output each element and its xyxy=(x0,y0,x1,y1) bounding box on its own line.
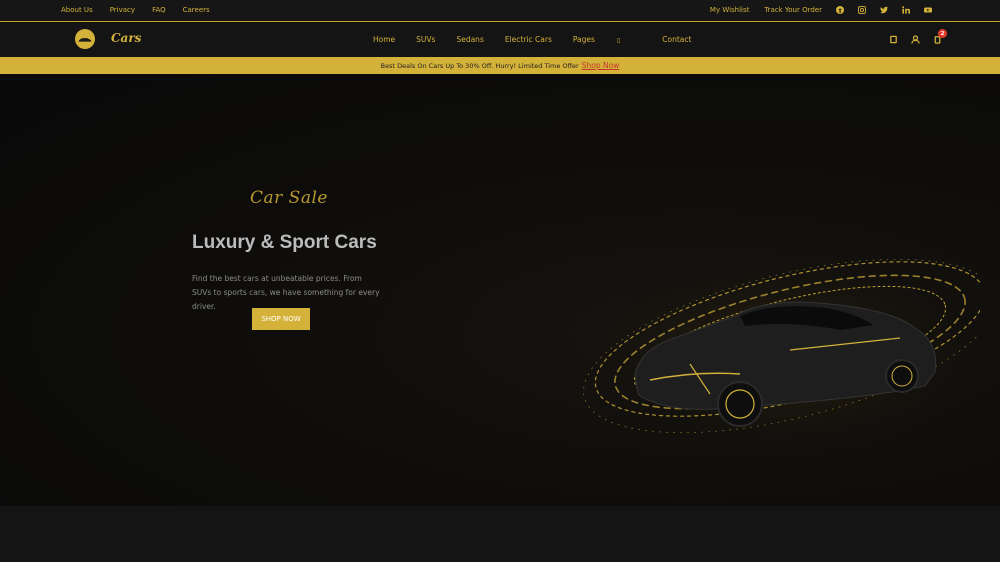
careers-link[interactable]: Careers xyxy=(183,6,210,14)
top-right-links: My Wishlist Track Your Order xyxy=(695,6,932,14)
search-icon[interactable] xyxy=(889,35,898,44)
next-section xyxy=(0,506,1000,562)
linkedin-icon[interactable] xyxy=(902,6,910,14)
chevron-down-icon: ▯ xyxy=(616,37,621,44)
youtube-icon[interactable] xyxy=(924,6,932,14)
logo-text[interactable]: Cars xyxy=(111,31,141,45)
nav-contact[interactable]: Contact xyxy=(662,35,691,44)
nav-sedans[interactable]: Sedans xyxy=(456,35,483,44)
promo-message: Best Deals On Cars Up To 30% Off. Hurry!… xyxy=(380,61,579,70)
my-wishlist-link[interactable]: My Wishlist xyxy=(710,6,749,14)
main-header: Cars Home SUVs Sedans Electric Cars Page… xyxy=(0,23,1000,57)
shop-now-link[interactable]: Shop Now xyxy=(582,61,620,70)
nav-suvs[interactable]: SUVs xyxy=(416,35,435,44)
top-left-links: About Us Privacy FAQ Careers xyxy=(61,6,227,14)
nav-electric-cars[interactable]: Electric Cars xyxy=(505,35,552,44)
faq-link[interactable]: FAQ xyxy=(152,6,166,14)
promo-bar: Best Deals On Cars Up To 30% Off. Hurry!… xyxy=(0,57,1000,74)
user-icon[interactable] xyxy=(911,35,920,44)
track-order-link[interactable]: Track Your Order xyxy=(764,6,822,14)
logo-car-icon[interactable] xyxy=(75,29,95,49)
cart-count-badge: 2 xyxy=(938,29,947,38)
nav-home[interactable]: Home xyxy=(373,35,395,44)
twitter-icon[interactable] xyxy=(880,6,888,14)
hero-script-title: Car Sale xyxy=(250,188,328,208)
sports-car-image xyxy=(580,234,980,454)
top-utility-bar: About Us Privacy FAQ Careers My Wishlist… xyxy=(0,0,1000,22)
hero-title: Luxury & Sport Cars xyxy=(192,232,377,253)
about-us-link[interactable]: About Us xyxy=(61,6,93,14)
nav-pages[interactable]: Pages ▯ xyxy=(573,35,641,44)
header-icons: 2 xyxy=(876,29,947,44)
facebook-icon[interactable] xyxy=(836,6,844,14)
main-nav: Home SUVs Sedans Electric Cars Pages ▯ Co… xyxy=(373,35,712,44)
cart-icon[interactable]: 2 xyxy=(933,29,947,44)
hero-section: Car Sale Luxury & Sport Cars Find the be… xyxy=(0,74,1000,506)
instagram-icon[interactable] xyxy=(858,6,866,14)
nav-pages-label: Pages xyxy=(572,35,595,44)
shop-now-button[interactable]: SHOP NOW xyxy=(252,308,310,330)
privacy-link[interactable]: Privacy xyxy=(110,6,135,14)
